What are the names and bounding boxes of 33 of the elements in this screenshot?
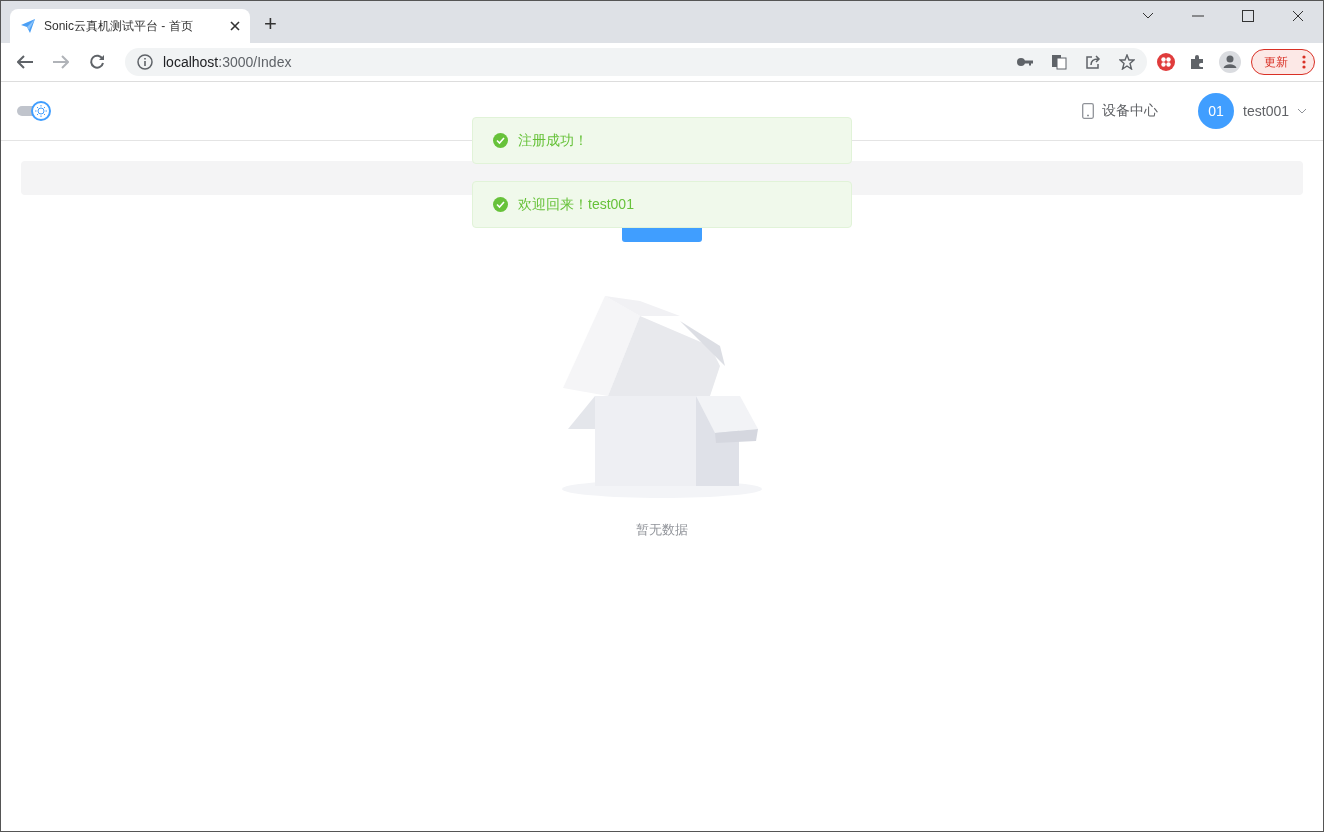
puzzle-icon[interactable] (1189, 54, 1205, 70)
sun-icon (31, 101, 51, 121)
check-circle-icon (493, 197, 508, 212)
tab-title: Sonic云真机测试平台 - 首页 (44, 17, 194, 35)
paper-plane-icon (20, 18, 36, 34)
close-icon[interactable] (1292, 10, 1304, 22)
check-circle-icon (493, 133, 508, 148)
empty-text: 暂无数据 (636, 521, 688, 539)
browser-tab[interactable]: Sonic云真机测试平台 - 首页 (10, 9, 250, 43)
maximize-icon[interactable] (1242, 10, 1254, 22)
key-icon[interactable] (1017, 57, 1033, 67)
update-button[interactable]: 更新 (1251, 49, 1315, 75)
flower-icon[interactable] (1157, 53, 1175, 71)
phone-icon (1082, 103, 1095, 119)
address-bar[interactable]: localhost:3000/Index (125, 48, 1147, 76)
theme-switch[interactable] (17, 101, 51, 121)
more-icon (1302, 55, 1306, 69)
star-icon[interactable] (1119, 54, 1135, 70)
back-arrow-icon[interactable] (17, 55, 33, 69)
message-text: 注册成功！ (518, 131, 588, 150)
new-tab-button[interactable]: + (264, 11, 277, 37)
url-text: localhost:3000/Index (163, 54, 292, 70)
close-icon[interactable] (230, 21, 240, 31)
profile-icon[interactable] (1219, 51, 1241, 73)
caret-icon[interactable] (1297, 108, 1307, 114)
message-text: 欢迎回来！test001 (518, 195, 634, 214)
user-name[interactable]: test001 (1243, 103, 1289, 119)
device-center-link[interactable]: 设备中心 (1102, 102, 1159, 120)
info-icon (137, 54, 153, 70)
reload-icon[interactable] (89, 54, 105, 70)
share-icon[interactable] (1085, 54, 1101, 70)
chevron-down-icon[interactable] (1142, 12, 1154, 20)
translate-icon[interactable] (1051, 54, 1067, 70)
